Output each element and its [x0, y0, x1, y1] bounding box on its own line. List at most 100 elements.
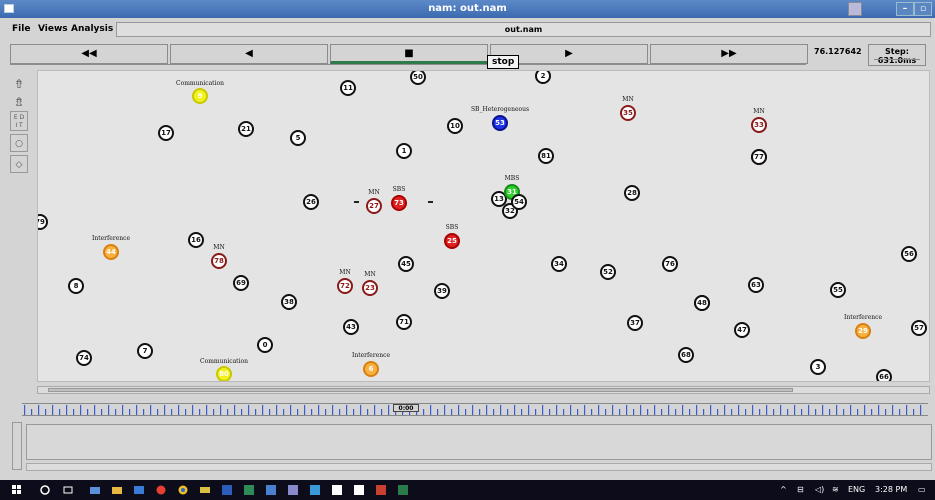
- app-icon-3[interactable]: [266, 485, 276, 495]
- node-35[interactable]: 35: [620, 105, 636, 121]
- node-66[interactable]: 66: [876, 369, 892, 381]
- search-icon[interactable]: [40, 485, 50, 495]
- node-26[interactable]: 26: [303, 194, 319, 210]
- annotation-scroll-h[interactable]: [26, 463, 932, 471]
- chrome-icon[interactable]: [178, 485, 188, 495]
- node-76[interactable]: 76: [662, 256, 678, 272]
- node-39[interactable]: 39: [434, 283, 450, 299]
- app-icon-4[interactable]: [288, 485, 298, 495]
- node-3[interactable]: 3: [810, 359, 826, 375]
- node-21[interactable]: 21: [238, 121, 254, 137]
- node-9[interactable]: 9: [192, 88, 208, 104]
- store-icon[interactable]: [134, 485, 144, 495]
- node-23[interactable]: 23: [362, 280, 378, 296]
- node-16[interactable]: 16: [188, 232, 204, 248]
- node-53[interactable]: 53: [492, 115, 508, 131]
- notification-icon[interactable]: ▭: [918, 485, 926, 494]
- edit-icon[interactable]: E DI T: [10, 111, 28, 131]
- diamond-tool-icon[interactable]: ◇: [10, 155, 28, 173]
- node-50[interactable]: 50: [410, 71, 426, 85]
- menu-file[interactable]: File: [12, 24, 30, 34]
- node-17[interactable]: 17: [158, 125, 174, 141]
- start-icon[interactable]: [12, 485, 22, 495]
- stop-button[interactable]: ■: [330, 44, 488, 64]
- app-icon-5[interactable]: [310, 485, 320, 495]
- node-56[interactable]: 56: [901, 246, 917, 262]
- rewind-button[interactable]: ◀: [170, 44, 328, 64]
- node-1[interactable]: 1: [396, 143, 412, 159]
- node-74[interactable]: 74: [76, 350, 92, 366]
- node-33[interactable]: 33: [751, 117, 767, 133]
- node-28[interactable]: 28: [624, 185, 640, 201]
- node-54[interactable]: 54: [511, 194, 527, 210]
- node-29[interactable]: 29: [855, 323, 871, 339]
- zoom-out-icon[interactable]: ⇯: [10, 93, 28, 111]
- minimize-icon[interactable]: –: [896, 2, 914, 16]
- node-11[interactable]: 11: [340, 80, 356, 96]
- clock[interactable]: 3:28 PM: [875, 485, 907, 494]
- node-57[interactable]: 57: [911, 320, 927, 336]
- timeline-marker[interactable]: 0:00: [393, 404, 419, 412]
- node-37[interactable]: 37: [627, 315, 643, 331]
- node-44[interactable]: 44: [103, 244, 119, 260]
- media-icon[interactable]: [156, 485, 166, 495]
- node-7[interactable]: 7: [137, 343, 153, 359]
- step-slider[interactable]: [874, 59, 920, 62]
- app-icon-1[interactable]: [90, 485, 100, 495]
- node-6[interactable]: 6: [363, 361, 379, 377]
- volume-icon[interactable]: ◁): [815, 485, 824, 494]
- node-69[interactable]: 69: [233, 275, 249, 291]
- wifi-icon[interactable]: ≋: [832, 485, 839, 494]
- zoom-in-icon[interactable]: ⇮: [10, 75, 28, 93]
- node-8[interactable]: 8: [68, 278, 84, 294]
- app-icon-9[interactable]: [398, 485, 408, 495]
- maximize-icon[interactable]: ▫: [914, 2, 932, 16]
- node-48[interactable]: 48: [694, 295, 710, 311]
- node-80[interactable]: 80: [216, 366, 232, 381]
- app-icon-6[interactable]: [332, 485, 342, 495]
- node-72[interactable]: 72: [337, 278, 353, 294]
- app-icon-8[interactable]: [376, 485, 386, 495]
- node-47[interactable]: 47: [734, 322, 750, 338]
- excel-icon[interactable]: [244, 485, 254, 495]
- node-52[interactable]: 52: [600, 264, 616, 280]
- node-0[interactable]: 0: [257, 337, 273, 353]
- node-73[interactable]: 73: [391, 195, 407, 211]
- node-81[interactable]: 81: [538, 148, 554, 164]
- word-icon[interactable]: [222, 485, 232, 495]
- node-25[interactable]: 25: [444, 233, 460, 249]
- app-icon-7[interactable]: [354, 485, 364, 495]
- circle-tool-icon[interactable]: ○: [10, 134, 28, 152]
- annotation-scroll-v[interactable]: [12, 422, 22, 470]
- node-2[interactable]: 2: [535, 71, 551, 84]
- network-icon[interactable]: ⊟: [797, 485, 804, 494]
- node-43[interactable]: 43: [343, 319, 359, 335]
- node-77[interactable]: 77: [751, 149, 767, 165]
- canvas-hscroll-thumb[interactable]: [48, 388, 793, 392]
- node-10[interactable]: 10: [447, 118, 463, 134]
- app-icon-2[interactable]: [200, 485, 210, 495]
- node-34[interactable]: 34: [551, 256, 567, 272]
- node-55[interactable]: 55: [830, 282, 846, 298]
- node-27[interactable]: 27: [366, 198, 382, 214]
- language-indicator[interactable]: ENG: [848, 485, 865, 494]
- node-68[interactable]: 68: [678, 347, 694, 363]
- network-canvas[interactable]: 1 3 5 6 7 8 9 10 11 13 16 17 21 23 25 26 27 28 29 31 32 33 34 3…: [37, 70, 930, 382]
- step-control[interactable]: Step: 631.0ms: [868, 44, 926, 66]
- node-79[interactable]: 79: [38, 214, 48, 230]
- node-78[interactable]: 78: [211, 253, 227, 269]
- menu-analysis[interactable]: Analysis: [71, 24, 113, 34]
- rewind-fast-button[interactable]: ◀◀: [10, 44, 168, 64]
- node-45[interactable]: 45: [398, 256, 414, 272]
- timeline-slider[interactable]: 0:00: [22, 403, 928, 416]
- node-38[interactable]: 38: [281, 294, 297, 310]
- tray-chevron-icon[interactable]: ^: [780, 485, 787, 494]
- annotation-list[interactable]: [26, 424, 932, 460]
- node-63[interactable]: 63: [748, 277, 764, 293]
- canvas-hscroll[interactable]: [37, 386, 930, 394]
- node-5[interactable]: 5: [290, 130, 306, 146]
- menu-views[interactable]: Views: [38, 24, 68, 34]
- forward-fast-button[interactable]: ▶▶: [650, 44, 808, 64]
- task-view-icon[interactable]: [63, 485, 73, 495]
- folder-icon[interactable]: [112, 485, 122, 495]
